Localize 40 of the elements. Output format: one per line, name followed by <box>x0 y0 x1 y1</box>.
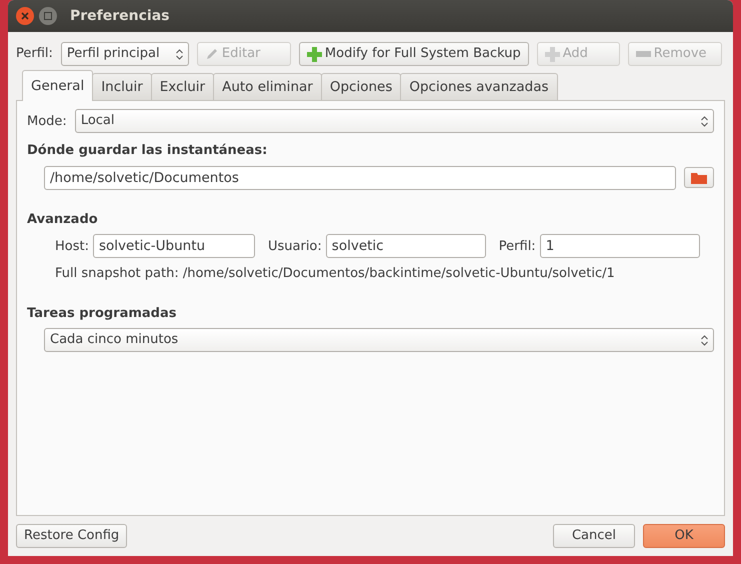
spin-arrows-icon <box>176 48 183 60</box>
profile-label: Perfil: <box>16 45 53 64</box>
tab[interactable]: Incluir <box>92 73 152 100</box>
tab[interactable]: Excluir <box>150 73 214 100</box>
spin-arrows-icon <box>701 334 708 346</box>
tab[interactable]: Opciones <box>320 73 402 100</box>
plus-icon <box>306 46 322 62</box>
plus-icon <box>544 46 560 62</box>
profile-dropdown[interactable]: Perfil principal <box>60 42 189 66</box>
field-label: Perfil: <box>498 238 536 256</box>
tab[interactable]: Opciones avanzadas <box>400 73 558 100</box>
toolbar-button[interactable]: Modify for Full System Backup <box>298 42 529 66</box>
tab[interactable]: Auto eliminar <box>213 73 322 100</box>
cancel-button[interactable]: Cancel <box>553 524 635 548</box>
maximize-button[interactable] <box>39 7 57 25</box>
close-icon <box>21 12 29 20</box>
ok-button[interactable]: OK <box>643 524 725 548</box>
window-title: Preferencias <box>70 6 170 26</box>
section-heading: Dónde guardar las instantáneas: <box>27 142 268 160</box>
path-field[interactable]: /home/solvetic/Documentos <box>44 166 676 190</box>
host-field[interactable]: solvetic-Ubuntu <box>92 234 255 258</box>
section-heading: Tareas programadas <box>27 304 178 323</box>
maximize-icon <box>44 12 52 20</box>
folder-button[interactable] <box>684 167 714 188</box>
user-field[interactable]: solvetic <box>326 234 486 258</box>
snapshot-path-text: Full snapshot path: /home/solvetic/Documentos/backintime/solvetic-Ubuntu/solvetic/1 <box>55 265 616 284</box>
field-label: Host: <box>55 238 89 256</box>
folder-icon <box>691 171 707 184</box>
pencil-icon <box>204 47 219 61</box>
mode-label: Mode: <box>27 112 67 130</box>
field-label: Usuario: <box>268 238 322 256</box>
schedule-dropdown[interactable]: Cada cinco minutos <box>44 328 714 352</box>
close-button[interactable] <box>16 7 34 25</box>
tab[interactable]: General <box>22 70 94 102</box>
spin-arrows-icon <box>701 116 708 127</box>
section-heading: Avanzado <box>27 210 99 229</box>
minus-icon <box>636 51 651 57</box>
profile-field[interactable]: 1 <box>540 234 700 258</box>
mode-dropdown[interactable]: Local <box>74 109 714 134</box>
restore-config-button[interactable]: Restore Config <box>16 524 128 548</box>
